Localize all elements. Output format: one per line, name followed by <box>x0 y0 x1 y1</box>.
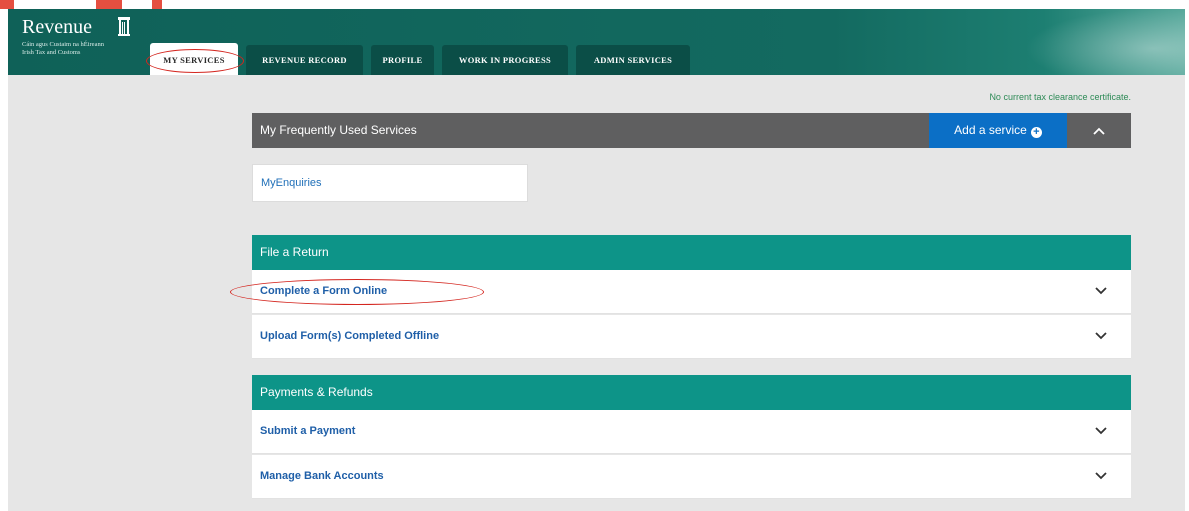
chevron-down-icon <box>1095 282 1107 295</box>
brand-subtitle-english: Irish Tax and Customs <box>22 48 81 56</box>
collapse-button[interactable] <box>1067 113 1131 148</box>
row-label: Submit a Payment <box>260 425 356 437</box>
annotation-mark <box>0 0 14 9</box>
annotation-mark <box>96 0 122 9</box>
annotation-mark <box>152 0 162 9</box>
add-service-label: Add a service <box>954 123 1027 137</box>
harp-icon <box>118 17 130 36</box>
frequent-services-title: My Frequently Used Services <box>260 123 417 137</box>
header-decoration <box>1025 9 1185 75</box>
tab-my-services[interactable]: MY SERVICES <box>150 43 238 75</box>
tab-admin-services[interactable]: ADMIN SERVICES <box>576 45 690 75</box>
chevron-down-icon <box>1095 327 1107 340</box>
row-label: Complete a Form Online <box>260 285 388 297</box>
revenue-logo[interactable]: Revenue Cáin agus Custaim na hÉireann Ir… <box>22 16 130 56</box>
row-label: Manage Bank Accounts <box>260 470 384 482</box>
payments-refunds-title: Payments & Refunds <box>260 385 373 399</box>
brand-name: Revenue <box>22 16 92 38</box>
list-item-upload-forms-offline[interactable]: Upload Form(s) Completed Offline <box>252 315 1131 359</box>
list-item-complete-form-online[interactable]: Complete a Form Online <box>252 270 1131 314</box>
payments-refunds-header: Payments & Refunds <box>252 375 1131 410</box>
list-item-submit-payment[interactable]: Submit a Payment <box>252 410 1131 454</box>
top-header-bar: Revenue Cáin agus Custaim na hÉireann Ir… <box>8 9 1185 75</box>
add-service-button[interactable]: Add a service + <box>929 113 1067 148</box>
list-item-manage-bank-accounts[interactable]: Manage Bank Accounts <box>252 455 1131 499</box>
tab-work-in-progress[interactable]: WORK IN PROGRESS <box>442 45 568 75</box>
file-return-title: File a Return <box>260 245 329 259</box>
chevron-down-icon <box>1095 467 1107 480</box>
frequent-services-header: My Frequently Used Services Add a servic… <box>252 113 1131 148</box>
myenquiries-link[interactable]: MyEnquiries <box>261 177 322 189</box>
page-frame: Revenue Cáin agus Custaim na hÉireann Ir… <box>8 9 1185 511</box>
chevron-down-icon <box>1095 422 1107 435</box>
brand-subtitle-irish: Cáin agus Custaim na hÉireann <box>22 41 104 48</box>
file-return-header: File a Return <box>252 235 1131 270</box>
tax-clearance-status: No current tax clearance certificate. <box>989 92 1131 102</box>
chevron-up-icon <box>1093 127 1105 135</box>
plus-circle-icon: + <box>1030 127 1042 138</box>
row-label: Upload Form(s) Completed Offline <box>260 330 440 342</box>
favourite-service-card[interactable]: MyEnquiries <box>252 164 528 202</box>
tab-profile[interactable]: PROFILE <box>371 45 434 75</box>
tab-revenue-record[interactable]: REVENUE RECORD <box>246 45 363 75</box>
